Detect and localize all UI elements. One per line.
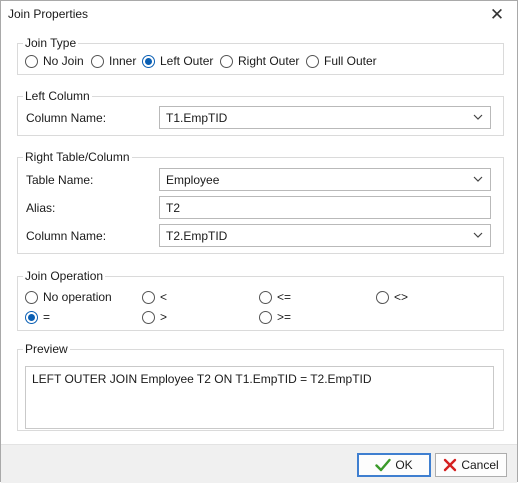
radio-inner[interactable]: Inner xyxy=(91,54,136,68)
radio-inner-circle xyxy=(91,54,104,68)
radio-greater-than-circle xyxy=(142,310,155,324)
join-type-group: Join Type No Join Inner Left Outer Right… xyxy=(17,35,504,75)
join-operation-label: Join Operation xyxy=(23,268,106,284)
radio-no-join[interactable]: No Join xyxy=(25,54,84,68)
ok-button[interactable]: OK xyxy=(357,453,431,477)
left-column-name-dropdown[interactable]: T1.EmpTID xyxy=(159,106,491,129)
radio-full-outer-label: Full Outer xyxy=(324,54,377,68)
radio-not-equal-label: <> xyxy=(394,290,409,304)
close-button[interactable]: ✕ xyxy=(477,1,517,29)
table-name-value: Employee xyxy=(166,173,220,187)
radio-greater-than-label: > xyxy=(160,310,168,324)
left-column-name-value: T1.EmpTID xyxy=(166,111,228,125)
left-column-group: Left Column Column Name: T1.EmpTID xyxy=(17,88,504,136)
radio-no-join-circle xyxy=(25,54,38,68)
radio-less-equal[interactable]: <= xyxy=(259,290,291,304)
alias-input[interactable]: T2 xyxy=(159,196,491,219)
radio-equal-circle xyxy=(25,310,38,324)
radio-not-equal-circle xyxy=(376,290,389,304)
window-title: Join Properties xyxy=(8,7,89,21)
right-column-name-value: T2.EmpTID xyxy=(166,229,228,243)
radio-less-equal-circle xyxy=(259,290,272,304)
right-column-name-label: Column Name: xyxy=(26,229,107,243)
radio-no-join-label: No Join xyxy=(43,54,84,68)
alias-value: T2 xyxy=(166,201,181,215)
radio-left-outer-label: Left Outer xyxy=(160,54,214,68)
preview-label: Preview xyxy=(23,341,70,357)
chevron-down-icon xyxy=(473,232,483,238)
preview-text: LEFT OUTER JOIN Employee T2 ON T1.EmpTID… xyxy=(32,372,372,386)
chevron-down-icon xyxy=(473,176,483,182)
radio-greater-equal-label: >= xyxy=(277,310,292,324)
radio-less-equal-label: <= xyxy=(277,290,292,304)
cancel-button[interactable]: Cancel xyxy=(435,453,507,477)
left-column-name-label: Column Name: xyxy=(26,111,107,125)
ok-label: OK xyxy=(395,458,413,472)
right-table-label: Right Table/Column xyxy=(23,149,132,165)
radio-left-outer-circle xyxy=(142,54,155,68)
radio-less-than-label: < xyxy=(160,290,168,304)
preview-group: Preview LEFT OUTER JOIN Employee T2 ON T… xyxy=(17,341,504,431)
preview-textarea[interactable]: LEFT OUTER JOIN Employee T2 ON T1.EmpTID… xyxy=(25,366,494,429)
alias-label: Alias: xyxy=(26,201,56,215)
radio-no-operation-circle xyxy=(25,290,38,304)
radio-inner-label: Inner xyxy=(109,54,137,68)
join-operation-group: Join Operation No operation < <= <> = > … xyxy=(17,268,504,331)
radio-greater-than[interactable]: > xyxy=(142,310,167,324)
x-icon xyxy=(444,458,457,472)
cancel-label: Cancel xyxy=(461,458,499,472)
join-type-label: Join Type xyxy=(23,35,79,51)
check-icon xyxy=(375,458,392,472)
radio-greater-equal-circle xyxy=(259,310,272,324)
radio-equal[interactable]: = xyxy=(25,310,50,324)
button-bar: OK Cancel xyxy=(1,444,517,483)
radio-greater-equal[interactable]: >= xyxy=(259,310,291,324)
radio-right-outer-circle xyxy=(220,54,233,68)
title-bar: Join Properties ✕ xyxy=(1,1,517,29)
radio-full-outer[interactable]: Full Outer xyxy=(306,54,377,68)
radio-no-operation-label: No operation xyxy=(43,290,112,304)
join-properties-dialog: Join Properties ✕ Join Type No Join Inne… xyxy=(0,0,518,483)
radio-no-operation[interactable]: No operation xyxy=(25,290,112,304)
radio-not-equal[interactable]: <> xyxy=(376,290,408,304)
radio-equal-label: = xyxy=(43,310,51,324)
right-table-group: Right Table/Column Table Name: Employee … xyxy=(17,149,504,254)
radio-left-outer[interactable]: Left Outer xyxy=(142,54,213,68)
radio-right-outer-label: Right Outer xyxy=(238,54,300,68)
table-name-dropdown[interactable]: Employee xyxy=(159,168,491,191)
radio-right-outer[interactable]: Right Outer xyxy=(220,54,299,68)
left-column-label: Left Column xyxy=(23,88,92,104)
table-name-label: Table Name: xyxy=(26,173,94,187)
radio-less-than[interactable]: < xyxy=(142,290,167,304)
right-column-name-dropdown[interactable]: T2.EmpTID xyxy=(159,224,491,247)
chevron-down-icon xyxy=(473,114,483,120)
close-icon: ✕ xyxy=(489,5,505,24)
radio-full-outer-circle xyxy=(306,54,319,68)
radio-less-than-circle xyxy=(142,290,155,304)
